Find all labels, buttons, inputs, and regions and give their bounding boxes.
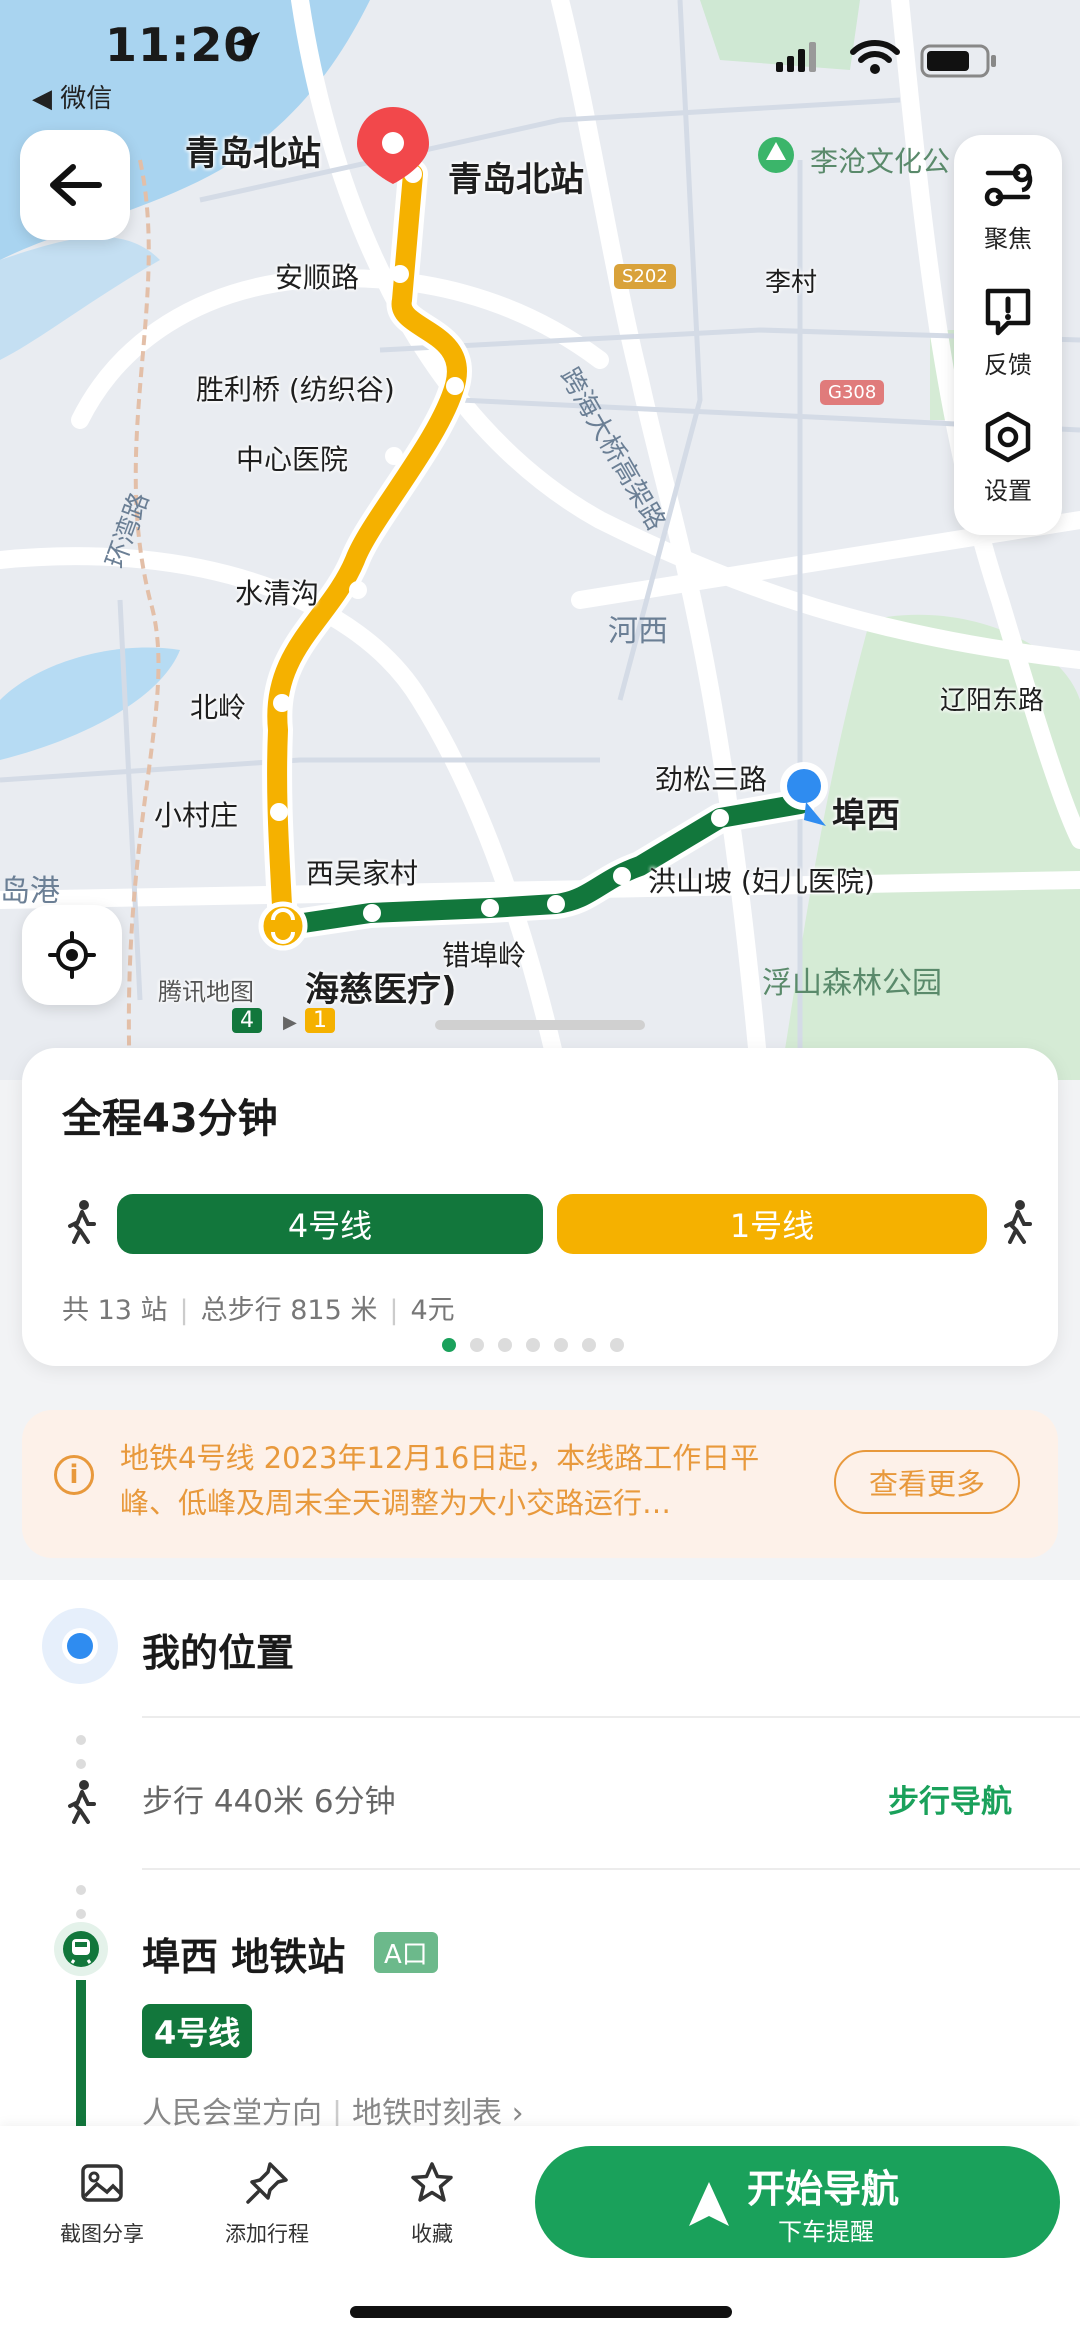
subway-icon: [54, 1922, 108, 1976]
focus-label: 聚焦: [984, 225, 1032, 253]
walk-icon: [68, 1200, 96, 1244]
add-trip-icon: [246, 2162, 288, 2204]
station-label-fuxi: 埠西: [832, 796, 900, 836]
route-steps: 我的位置 步行 440米 6分钟 步行导航 埠西 地铁站 A口 4号线 人民会堂…: [0, 1580, 1080, 2140]
battery-icon: [920, 44, 996, 78]
station-label-shuiqinggou: 水清沟: [235, 577, 320, 610]
walk-distance: 总步行 815 米: [200, 1295, 378, 1326]
page-dot: [442, 1338, 456, 1352]
station-label-hongshanpo: 洪山坡 (妇儿医院): [648, 865, 875, 898]
page-dot: [610, 1338, 624, 1352]
back-button[interactable]: [20, 130, 130, 240]
start-navigation-button[interactable]: 开始导航 下车提醒: [535, 2146, 1060, 2258]
home-indicator: [350, 2306, 732, 2318]
station-label-anshun: 安顺路: [275, 261, 360, 294]
line4-segment-label: 4号线: [287, 1207, 373, 1245]
area-label-liaoyang: 辽阳东路: [940, 686, 1045, 716]
station-label-haici: 海慈医疗): [305, 970, 457, 1010]
road-badge-g308: G308: [820, 380, 885, 405]
feedback-label: 反馈: [984, 351, 1032, 379]
sheet-drag-handle[interactable]: [435, 1020, 645, 1030]
back-arrow-icon: [50, 164, 102, 206]
signal-icon: [776, 42, 816, 72]
map-watermark: 腾讯地图: [158, 978, 254, 1006]
settings-icon: [985, 411, 1031, 463]
area-label-licun: 李村: [765, 268, 818, 298]
line4-route-bar: [76, 1980, 86, 2140]
area-label-park: 浮山森林公园: [762, 966, 942, 1001]
line1-segment-label: 1号线: [729, 1207, 815, 1245]
bottom-action-bar: 截图分享 添加行程 收藏 开始导航 下车提醒: [0, 2126, 1080, 2336]
favorite-label: 收藏: [411, 2222, 453, 2246]
walk-step-text: 步行 440米 6分钟: [142, 1784, 396, 1820]
settings-label: 设置: [984, 477, 1032, 505]
destination-label: 青岛北站: [185, 134, 321, 174]
area-label-licang-park: 李沧文化公: [810, 145, 951, 178]
page-dot: [582, 1338, 596, 1352]
line1-marker: 1: [305, 1008, 335, 1033]
status-bar: 11:20 ◀ 微信: [0, 0, 1080, 120]
locate-me-button[interactable]: [22, 905, 122, 1005]
fare: 4元: [410, 1295, 455, 1326]
map-tool-panel: 聚焦 反馈 设置: [954, 135, 1062, 535]
navigation-arrow-icon: [689, 2182, 729, 2226]
area-label-hexi: 河西: [608, 614, 668, 649]
info-icon: i: [54, 1455, 94, 1495]
alight-reminder-label: 下车提醒: [778, 2218, 874, 2246]
line4-marker: 4: [232, 1008, 262, 1033]
feedback-button[interactable]: 反馈: [954, 285, 1062, 380]
see-more-button[interactable]: 查看更多: [834, 1450, 1020, 1514]
station-label-jinsong: 劲松三路: [655, 763, 768, 796]
service-notice: i 地铁4号线 2023年12月16日起，本线路工作日平峰、低峰及周末全天调整为…: [22, 1410, 1058, 1558]
line4-tag: 4号线: [142, 2004, 253, 2058]
page-dot: [554, 1338, 568, 1352]
station-label-qingdao-north: 青岛北站: [448, 160, 584, 200]
area-label-daogang: 岛港: [0, 874, 60, 909]
station-label-xiwujiacun: 西吴家村: [306, 857, 419, 890]
station-label-zhongxin: 中心医院: [236, 443, 349, 476]
station-count: 共 13 站: [62, 1295, 168, 1326]
wifi-icon: [850, 40, 900, 74]
page-dot: [498, 1338, 512, 1352]
page-dot: [470, 1338, 484, 1352]
marker-arrow-icon: ▶: [283, 1012, 297, 1033]
station-label-shengliqiao: 胜利桥 (纺织谷): [196, 373, 395, 406]
add-trip-button[interactable]: 添加行程: [207, 2160, 327, 2248]
walk-icon: [1004, 1200, 1032, 1244]
back-to-app-link[interactable]: ◀ 微信: [32, 78, 112, 115]
screenshot-share-icon: [81, 2164, 123, 2202]
route-meta: 共 13 站 | 总步行 815 米 | 4元: [62, 1295, 455, 1326]
line1-segment: 1号线: [557, 1194, 987, 1254]
my-location-icon: [42, 1608, 118, 1684]
station-label-beiling: 北岭: [190, 691, 247, 724]
locate-icon: [48, 931, 96, 979]
screenshot-share-label: 截图分享: [60, 2222, 144, 2246]
walk-icon: [68, 1780, 96, 1824]
station-name: 埠西 地铁站: [142, 1935, 346, 1979]
total-time: 全程43分钟: [62, 1096, 278, 1142]
settings-button[interactable]: 设置: [954, 411, 1062, 506]
divider: [142, 1868, 1080, 1870]
route-summary-card[interactable]: 全程43分钟 4号线 1号线 共 13 站 | 总步行 815 米 | 4元: [22, 1048, 1058, 1366]
screenshot-share-button[interactable]: 截图分享: [42, 2160, 162, 2248]
line4-segment: 4号线: [117, 1194, 543, 1254]
star-icon: [411, 2162, 453, 2202]
focus-button[interactable]: 聚焦: [954, 159, 1062, 254]
walk-nav-link[interactable]: 步行导航: [888, 1776, 1012, 1821]
route-map[interactable]: 11:20 ◀ 微信 聚焦 反馈 设置 青岛北站 青岛北站 安顺路 胜利桥 (纺…: [0, 0, 1080, 1080]
favorite-button[interactable]: 收藏: [372, 2160, 492, 2248]
road-badge-s202: S202: [614, 264, 676, 289]
exit-badge: A口: [374, 1932, 438, 1973]
page-dot: [526, 1338, 540, 1352]
feedback-icon: [985, 288, 1031, 336]
add-trip-label: 添加行程: [225, 2222, 309, 2246]
start-navigation-label: 开始导航: [747, 2167, 900, 2211]
origin-label: 我的位置: [142, 1631, 295, 1675]
divider: [142, 1716, 1080, 1718]
station-label-xiaocunzhuang: 小村庄: [154, 799, 239, 832]
location-arrow-icon: [232, 32, 260, 60]
route-pagination: [442, 1338, 624, 1352]
focus-icon: [984, 163, 1033, 207]
notice-text: 地铁4号线 2023年12月16日起，本线路工作日平峰、低峰及周末全天调整为大小…: [120, 1441, 760, 1520]
